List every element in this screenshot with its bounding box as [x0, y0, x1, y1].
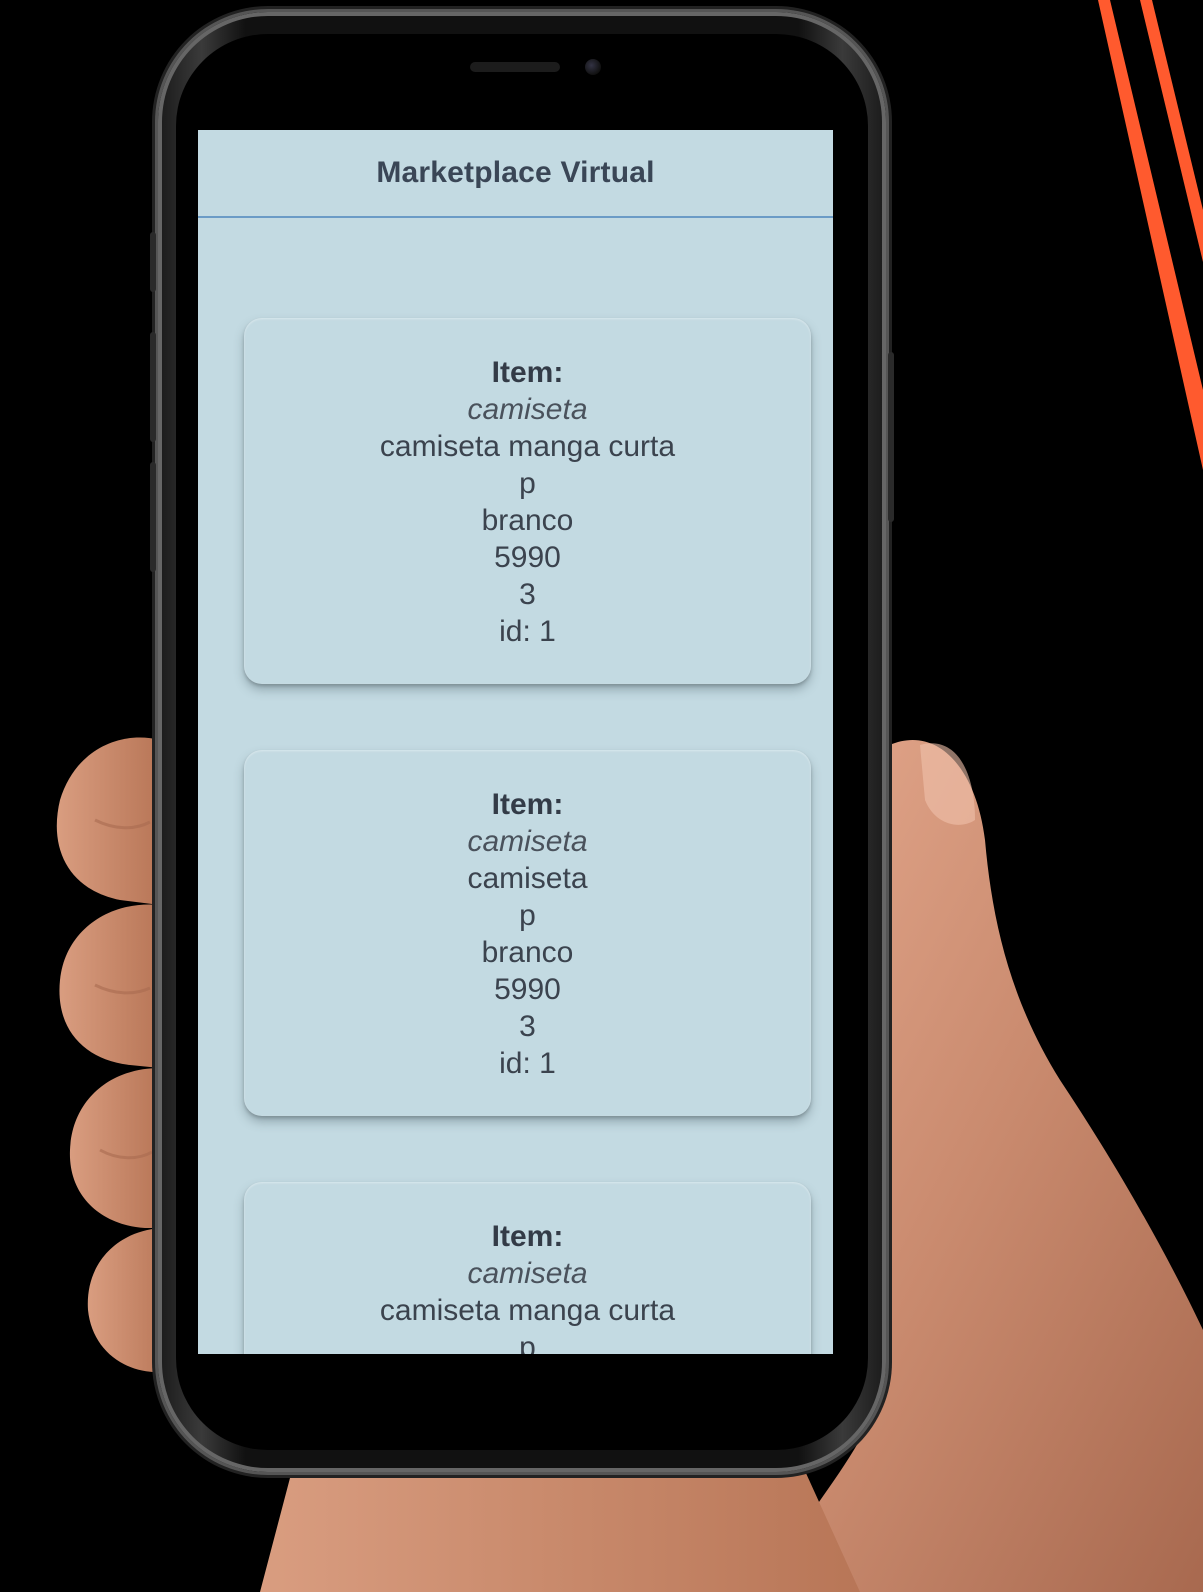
item-label: Item: — [491, 788, 564, 821]
item-card[interactable]: Item: camiseta camiseta p branco 5990 3 … — [244, 750, 811, 1116]
smartphone-frame: Marketplace Virtual Item: camiseta camis… — [150, 12, 894, 1472]
item-quantity: 3 — [519, 578, 536, 611]
item-id: id: 1 — [499, 615, 556, 648]
phone-volume-down-button — [150, 462, 156, 572]
phone-notch — [347, 34, 697, 108]
item-card[interactable]: Item: camiseta camiseta manga curta p br… — [244, 318, 811, 684]
phone-volume-up-button — [150, 332, 156, 442]
item-size: p — [519, 899, 536, 932]
item-name: camiseta — [467, 1257, 588, 1290]
item-description: camiseta — [467, 862, 588, 895]
item-label: Item: — [491, 356, 564, 389]
item-label: Item: — [491, 1220, 564, 1253]
item-size: p — [519, 1331, 536, 1354]
item-color: branco — [481, 936, 574, 969]
item-price: 5990 — [494, 541, 561, 574]
item-size: p — [519, 467, 536, 500]
item-list[interactable]: Item: camiseta camiseta manga curta p br… — [198, 218, 833, 1354]
item-name: camiseta — [467, 393, 588, 426]
item-card[interactable]: Item: camiseta camiseta manga curta p — [244, 1182, 811, 1354]
phone-power-button — [888, 352, 894, 522]
item-price: 5990 — [494, 973, 561, 1006]
speaker-icon — [470, 62, 560, 72]
item-description: camiseta manga curta — [379, 1294, 676, 1327]
phone-side-button — [150, 232, 156, 292]
item-description: camiseta manga curta — [379, 430, 676, 463]
app-header: Marketplace Virtual — [198, 130, 833, 218]
app-title: Marketplace Virtual — [376, 156, 655, 189]
item-name: camiseta — [467, 825, 588, 858]
phone-screen[interactable]: Marketplace Virtual Item: camiseta camis… — [198, 130, 833, 1354]
photo-stage: Marketplace Virtual Item: camiseta camis… — [0, 0, 1203, 1592]
item-id: id: 1 — [499, 1047, 556, 1080]
item-color: branco — [481, 504, 574, 537]
item-quantity: 3 — [519, 1010, 536, 1043]
camera-icon — [585, 59, 601, 75]
